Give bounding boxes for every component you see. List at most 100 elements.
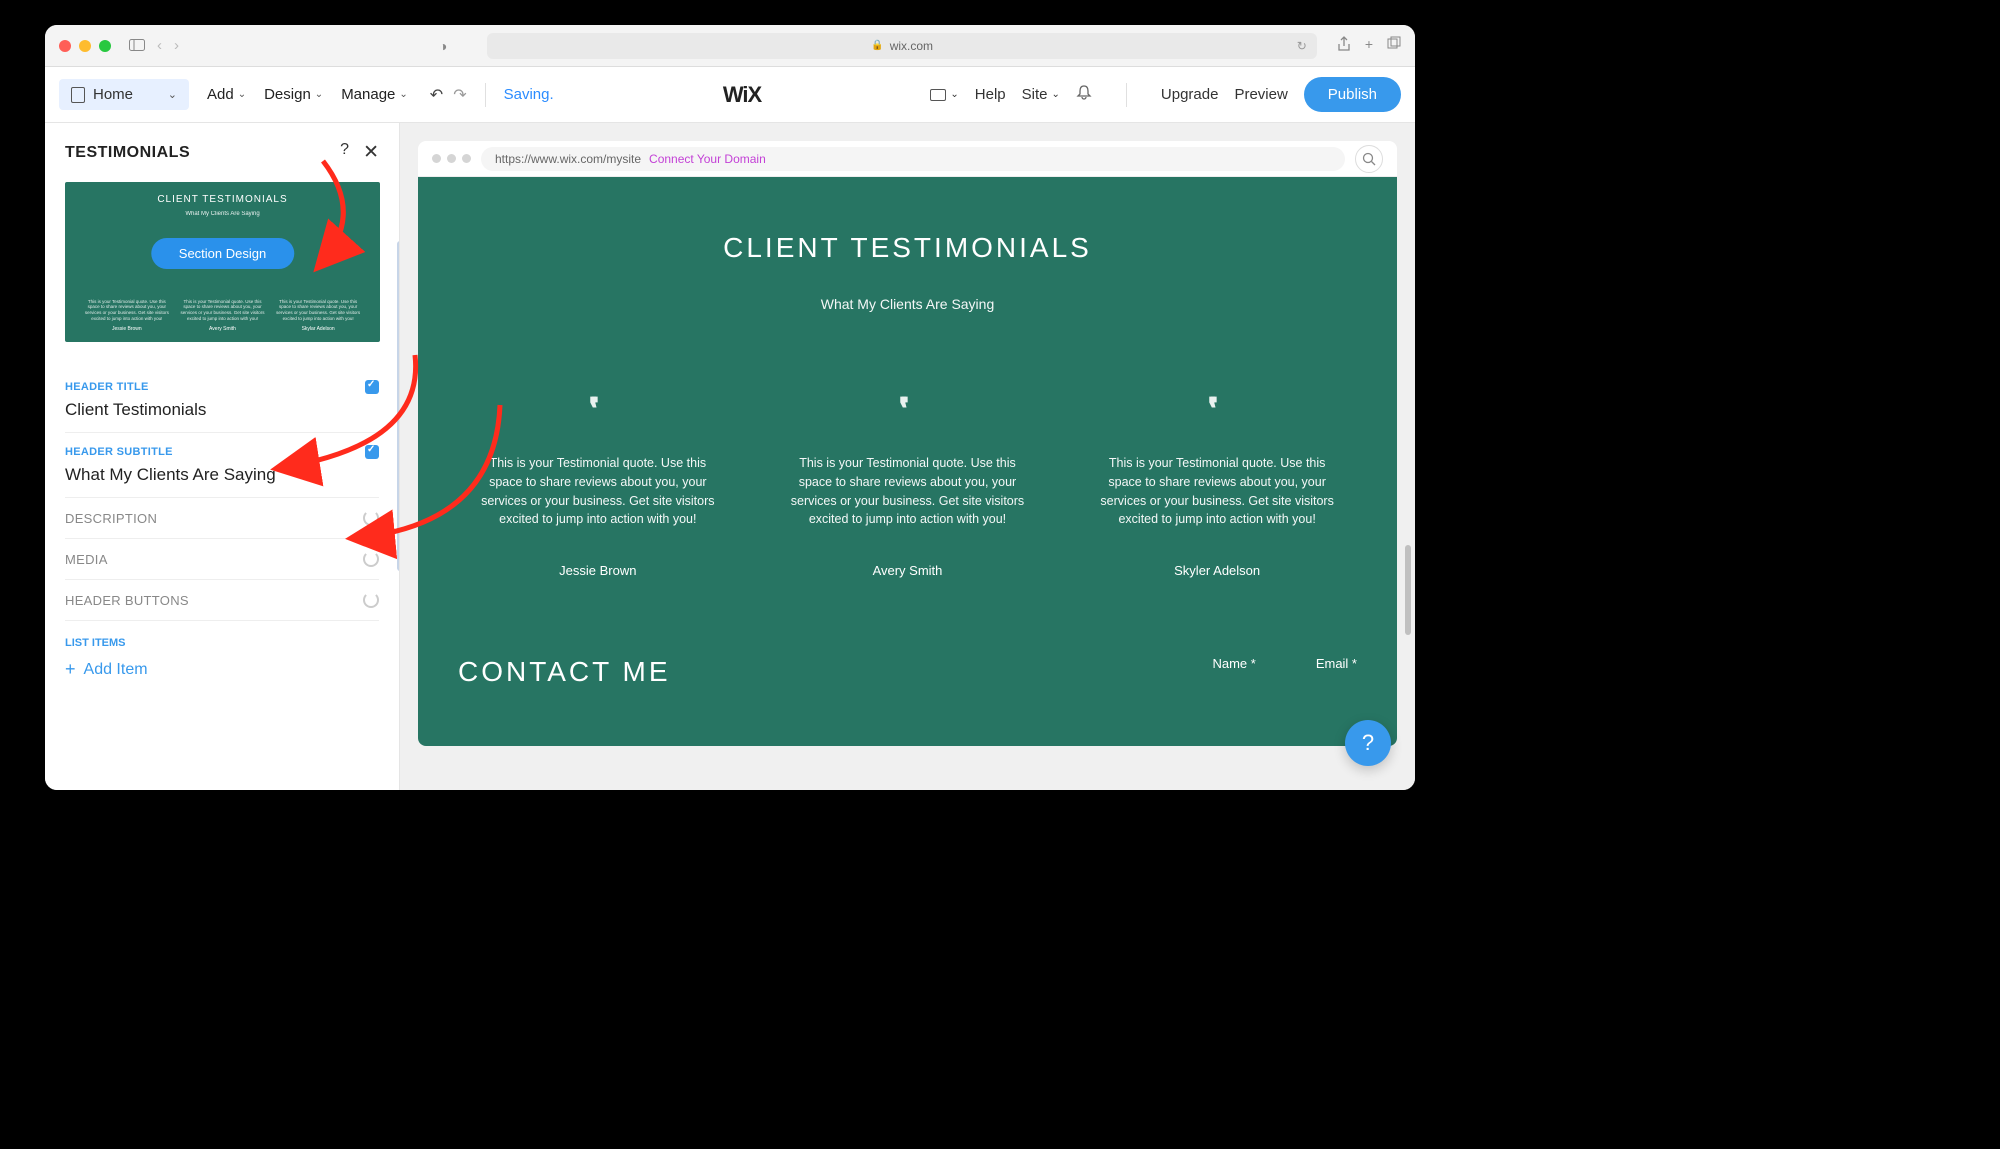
preview-dot xyxy=(447,154,456,163)
add-menu[interactable]: Add⌄ xyxy=(207,86,246,103)
site-preview-frame: https://www.wix.com/mysite Connect Your … xyxy=(418,141,1397,746)
toggle-off-icon[interactable] xyxy=(363,551,379,567)
email-field-label[interactable]: Email * xyxy=(1316,656,1357,671)
mac-titlebar: ‹ › ◑ 🔒 wix.com ↻ + xyxy=(45,25,1415,67)
manage-menu[interactable]: Manage⌄ xyxy=(341,86,408,103)
toggle-checked-icon[interactable] xyxy=(365,445,379,459)
site-menu[interactable]: Site ⌄ xyxy=(1022,86,1060,103)
testimonial-name: Avery Smith xyxy=(782,563,1034,578)
testimonial-quote: This is your Testimonial quote. Use this… xyxy=(782,454,1034,529)
page-icon xyxy=(71,87,85,103)
refresh-icon[interactable]: ↻ xyxy=(1297,39,1307,53)
field-value[interactable]: Client Testimonials xyxy=(65,400,379,420)
field-label: HEADER SUBTITLE xyxy=(65,446,173,458)
help-bubble[interactable]: ? xyxy=(1345,720,1391,766)
wix-toolbar: Home ⌄ Add⌄ Design⌄ Manage⌄ ↶ ↷ Saving. … xyxy=(45,67,1415,123)
preview-url: https://www.wix.com/mysite xyxy=(495,152,641,166)
section-design-button[interactable]: Section Design xyxy=(151,238,294,269)
testimonial-quote: This is your Testimonial quote. Use this… xyxy=(1091,454,1343,529)
divider xyxy=(1126,83,1127,107)
thumb-subtitle: What My Clients Are Saying xyxy=(65,211,380,217)
toggle-off-icon[interactable] xyxy=(363,510,379,526)
add-item-button[interactable]: + Add Item xyxy=(45,655,399,700)
back-arrow-icon[interactable]: ‹ xyxy=(157,37,162,54)
publish-button[interactable]: Publish xyxy=(1304,77,1401,112)
chevron-down-icon: ⌄ xyxy=(168,88,177,101)
connect-domain-link[interactable]: Connect Your Domain xyxy=(649,152,766,166)
header-buttons-field[interactable]: HEADER BUTTONS xyxy=(65,580,379,621)
field-label: DESCRIPTION xyxy=(65,511,157,526)
toggle-off-icon[interactable] xyxy=(363,592,379,608)
testimonial-item[interactable]: ❜❜ This is your Testimonial quote. Use t… xyxy=(782,390,1034,578)
url-text: wix.com xyxy=(890,39,933,53)
testimonial-item[interactable]: ❜❜ This is your Testimonial quote. Use t… xyxy=(1091,390,1343,578)
testimonial-item[interactable]: ❜❜ This is your Testimonial quote. Use t… xyxy=(472,390,724,578)
device-preview[interactable]: ⌄ xyxy=(930,89,958,101)
undo-redo-group: ↶ ↷ xyxy=(430,85,467,105)
header-title-field[interactable]: HEADER TITLE Client Testimonials xyxy=(65,368,379,433)
minimize-window-icon[interactable] xyxy=(79,40,91,52)
preview-dot xyxy=(432,154,441,163)
design-menu[interactable]: Design⌄ xyxy=(264,86,323,103)
help-icon[interactable]: ? xyxy=(340,141,349,164)
maximize-window-icon[interactable] xyxy=(99,40,111,52)
tabs-icon[interactable] xyxy=(1387,36,1401,55)
section-subtitle[interactable]: What My Clients Are Saying xyxy=(458,296,1357,312)
chevron-down-icon: ⌄ xyxy=(315,89,323,100)
header-subtitle-field[interactable]: HEADER SUBTITLE What My Clients Are Sayi… xyxy=(65,433,379,498)
thumb-title: CLIENT TESTIMONIALS xyxy=(65,182,380,205)
help-link[interactable]: Help xyxy=(975,86,1006,103)
window-scrollbar[interactable] xyxy=(1405,545,1411,635)
upgrade-link[interactable]: Upgrade xyxy=(1161,86,1219,103)
quote-icon: ❜❜ xyxy=(472,390,724,428)
undo-icon[interactable]: ↶ xyxy=(430,85,443,105)
side-panel: TESTIMONIALS ? ✕ CLIENT TESTIMONIALS Wha… xyxy=(45,123,400,790)
page-selector[interactable]: Home ⌄ xyxy=(59,79,189,110)
contact-title: CONTACT ME xyxy=(458,656,671,688)
thumb-testimonial: This is your Testimonial quote. Use this… xyxy=(84,299,170,332)
testimonial-name: Skyler Adelson xyxy=(1091,563,1343,578)
quote-icon: ❜❜ xyxy=(1091,390,1343,428)
chevron-down-icon: ⌄ xyxy=(238,89,246,100)
field-value[interactable]: What My Clients Are Saying xyxy=(65,465,379,485)
close-window-icon[interactable] xyxy=(59,40,71,52)
save-status: Saving. xyxy=(504,86,554,103)
sidebar-toggle-icon[interactable] xyxy=(129,38,145,54)
close-icon[interactable]: ✕ xyxy=(363,141,379,164)
preview-browser-chrome: https://www.wix.com/mysite Connect Your … xyxy=(418,141,1397,177)
description-field[interactable]: DESCRIPTION xyxy=(65,498,379,539)
quote-icon: ❜❜ xyxy=(782,390,1034,428)
chevron-down-icon: ⌄ xyxy=(399,89,407,100)
share-icon[interactable] xyxy=(1337,36,1351,55)
notifications-icon[interactable] xyxy=(1076,84,1092,105)
testimonial-name: Jessie Brown xyxy=(472,563,724,578)
thumb-testimonial: This is your Testimonial quote. Use this… xyxy=(275,299,361,332)
preview-link[interactable]: Preview xyxy=(1234,86,1287,103)
desktop-icon xyxy=(930,89,946,101)
new-tab-icon[interactable]: + xyxy=(1365,36,1373,55)
list-items-label: LIST ITEMS xyxy=(45,621,399,655)
preview-search-icon[interactable] xyxy=(1355,145,1383,173)
name-field-label[interactable]: Name * xyxy=(1212,656,1255,671)
lock-icon: 🔒 xyxy=(871,40,883,51)
thumb-testimonial: This is your Testimonial quote. Use this… xyxy=(179,299,265,332)
section-title[interactable]: CLIENT TESTIMONIALS xyxy=(458,232,1357,264)
contact-section[interactable]: CONTACT ME Name * Email * xyxy=(458,656,1357,688)
section-preview-thumb[interactable]: CLIENT TESTIMONIALS What My Clients Are … xyxy=(65,182,380,342)
shield-icon[interactable]: ◑ xyxy=(439,38,447,54)
chevron-down-icon: ⌄ xyxy=(1052,89,1060,100)
panel-title: TESTIMONIALS xyxy=(65,144,190,162)
plus-icon: + xyxy=(65,659,76,680)
canvas-area: https://www.wix.com/mysite Connect Your … xyxy=(400,123,1415,790)
field-label: HEADER TITLE xyxy=(65,381,149,393)
toggle-checked-icon[interactable] xyxy=(365,380,379,394)
browser-url-bar[interactable]: 🔒 wix.com ↻ xyxy=(487,33,1316,59)
preview-url-bar[interactable]: https://www.wix.com/mysite Connect Your … xyxy=(481,147,1345,171)
site-content[interactable]: CLIENT TESTIMONIALS What My Clients Are … xyxy=(418,177,1397,746)
media-field[interactable]: MEDIA xyxy=(65,539,379,580)
chevron-down-icon: ⌄ xyxy=(950,89,958,100)
redo-icon[interactable]: ↷ xyxy=(453,85,466,105)
preview-dot xyxy=(462,154,471,163)
divider xyxy=(485,83,486,107)
forward-arrow-icon[interactable]: › xyxy=(174,37,179,54)
